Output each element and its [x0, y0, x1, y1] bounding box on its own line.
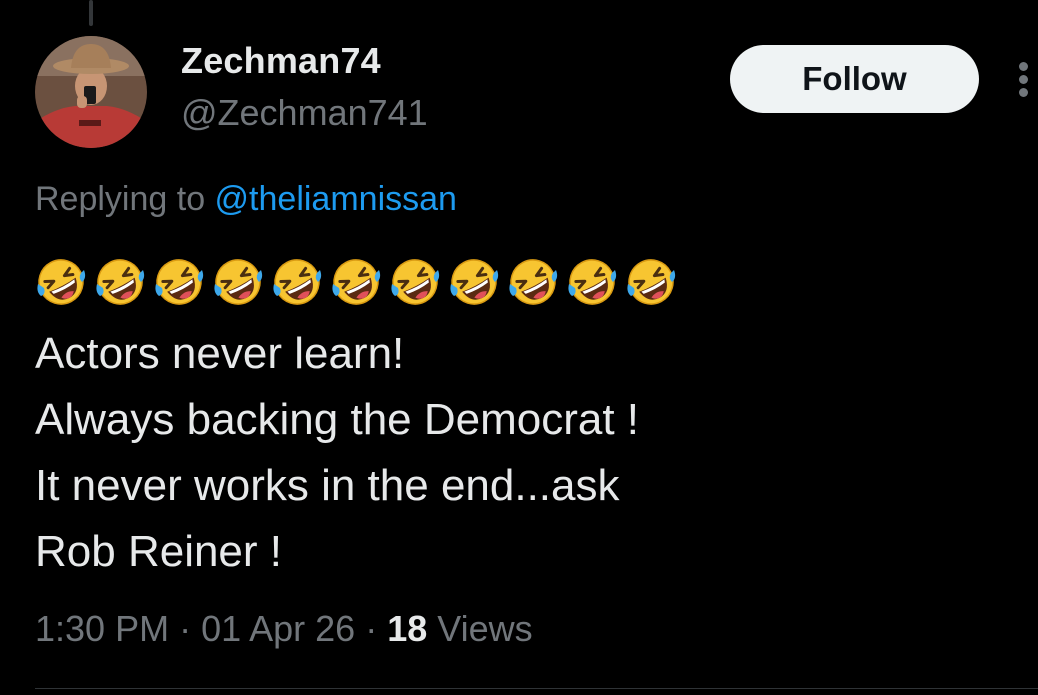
- avatar[interactable]: [35, 36, 147, 148]
- more-vertical-icon[interactable]: [1012, 60, 1036, 100]
- meta-separator: ·: [355, 608, 388, 649]
- rolling-on-floor-laughing-emoji-icon: [35, 256, 87, 308]
- rolling-on-floor-laughing-emoji-icon: [153, 256, 205, 308]
- rolling-on-floor-laughing-emoji-icon: [507, 256, 559, 308]
- tweet-time[interactable]: 1:30 PM: [35, 608, 169, 649]
- thread-connector-line: [89, 0, 93, 26]
- views-count: 18: [387, 608, 428, 649]
- author-display-name[interactable]: Zechman74: [181, 40, 381, 82]
- rolling-on-floor-laughing-emoji-icon: [625, 256, 677, 308]
- meta-separator: ·: [169, 608, 202, 649]
- rolling-on-floor-laughing-emoji-icon: [566, 256, 618, 308]
- replying-to-link[interactable]: @theliamnissan: [215, 180, 457, 218]
- tweet-text-line: Rob Reiner !: [35, 527, 283, 576]
- author-handle[interactable]: @Zechman741: [181, 92, 428, 134]
- rolling-on-floor-laughing-emoji-icon: [271, 256, 323, 308]
- rolling-on-floor-laughing-emoji-icon: [94, 256, 146, 308]
- rolling-on-floor-laughing-emoji-icon: [448, 256, 500, 308]
- tweet-text-line: It never works in the end...ask: [35, 461, 620, 510]
- tweet-text-line: Actors never learn!: [35, 329, 405, 378]
- tweet-metadata: 1:30 PM · 01 Apr 26 · 18 Views: [35, 608, 533, 650]
- emoji-row: [35, 256, 684, 308]
- rolling-on-floor-laughing-emoji-icon: [330, 256, 382, 308]
- rolling-on-floor-laughing-emoji-icon: [389, 256, 441, 308]
- follow-button[interactable]: Follow: [730, 45, 979, 113]
- rolling-on-floor-laughing-emoji-icon: [212, 256, 264, 308]
- divider: [35, 688, 1038, 689]
- replying-to-prefix: Replying to: [35, 180, 215, 218]
- replying-to-line: Replying to @theliamnissan: [35, 180, 457, 219]
- views-label: Views: [427, 608, 533, 649]
- tweet-text-line: Always backing the Democrat !: [35, 395, 640, 444]
- tweet-date[interactable]: 01 Apr 26: [201, 608, 355, 649]
